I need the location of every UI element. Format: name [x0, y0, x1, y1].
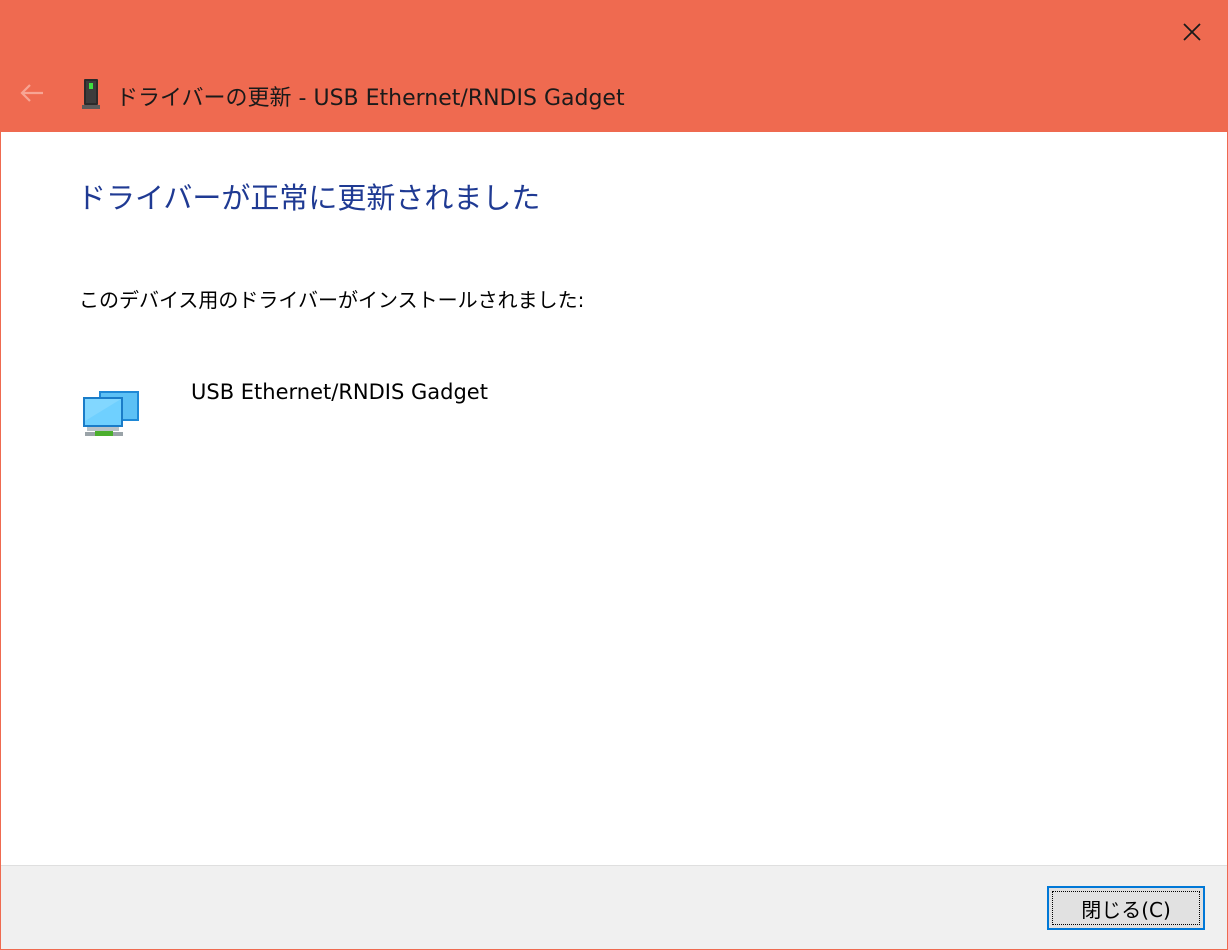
- network-adapter-icon: [83, 391, 139, 436]
- titlebar: ドライバーの更新 - USB Ethernet/RNDIS Gadget: [1, 1, 1227, 132]
- back-button[interactable]: [15, 79, 49, 107]
- footer-bar: [1, 865, 1227, 949]
- close-icon: [1183, 23, 1201, 41]
- device-name: USB Ethernet/RNDIS Gadget: [191, 380, 488, 404]
- close-button-label: 閉じる(C): [1081, 897, 1171, 922]
- driver-update-window: ドライバーの更新 - USB Ethernet/RNDIS Gadget ドライ…: [0, 0, 1228, 950]
- back-arrow-icon: [20, 84, 43, 102]
- window-close-button[interactable]: [1157, 1, 1227, 63]
- success-heading: ドライバーが正常に更新されました: [77, 181, 541, 215]
- window-title: ドライバーの更新 - USB Ethernet/RNDIS Gadget: [116, 86, 625, 111]
- install-description: このデバイス用のドライバーがインストールされました:: [79, 288, 585, 312]
- usb-device-icon: [82, 79, 100, 109]
- close-button[interactable]: 閉じる(C): [1047, 886, 1205, 930]
